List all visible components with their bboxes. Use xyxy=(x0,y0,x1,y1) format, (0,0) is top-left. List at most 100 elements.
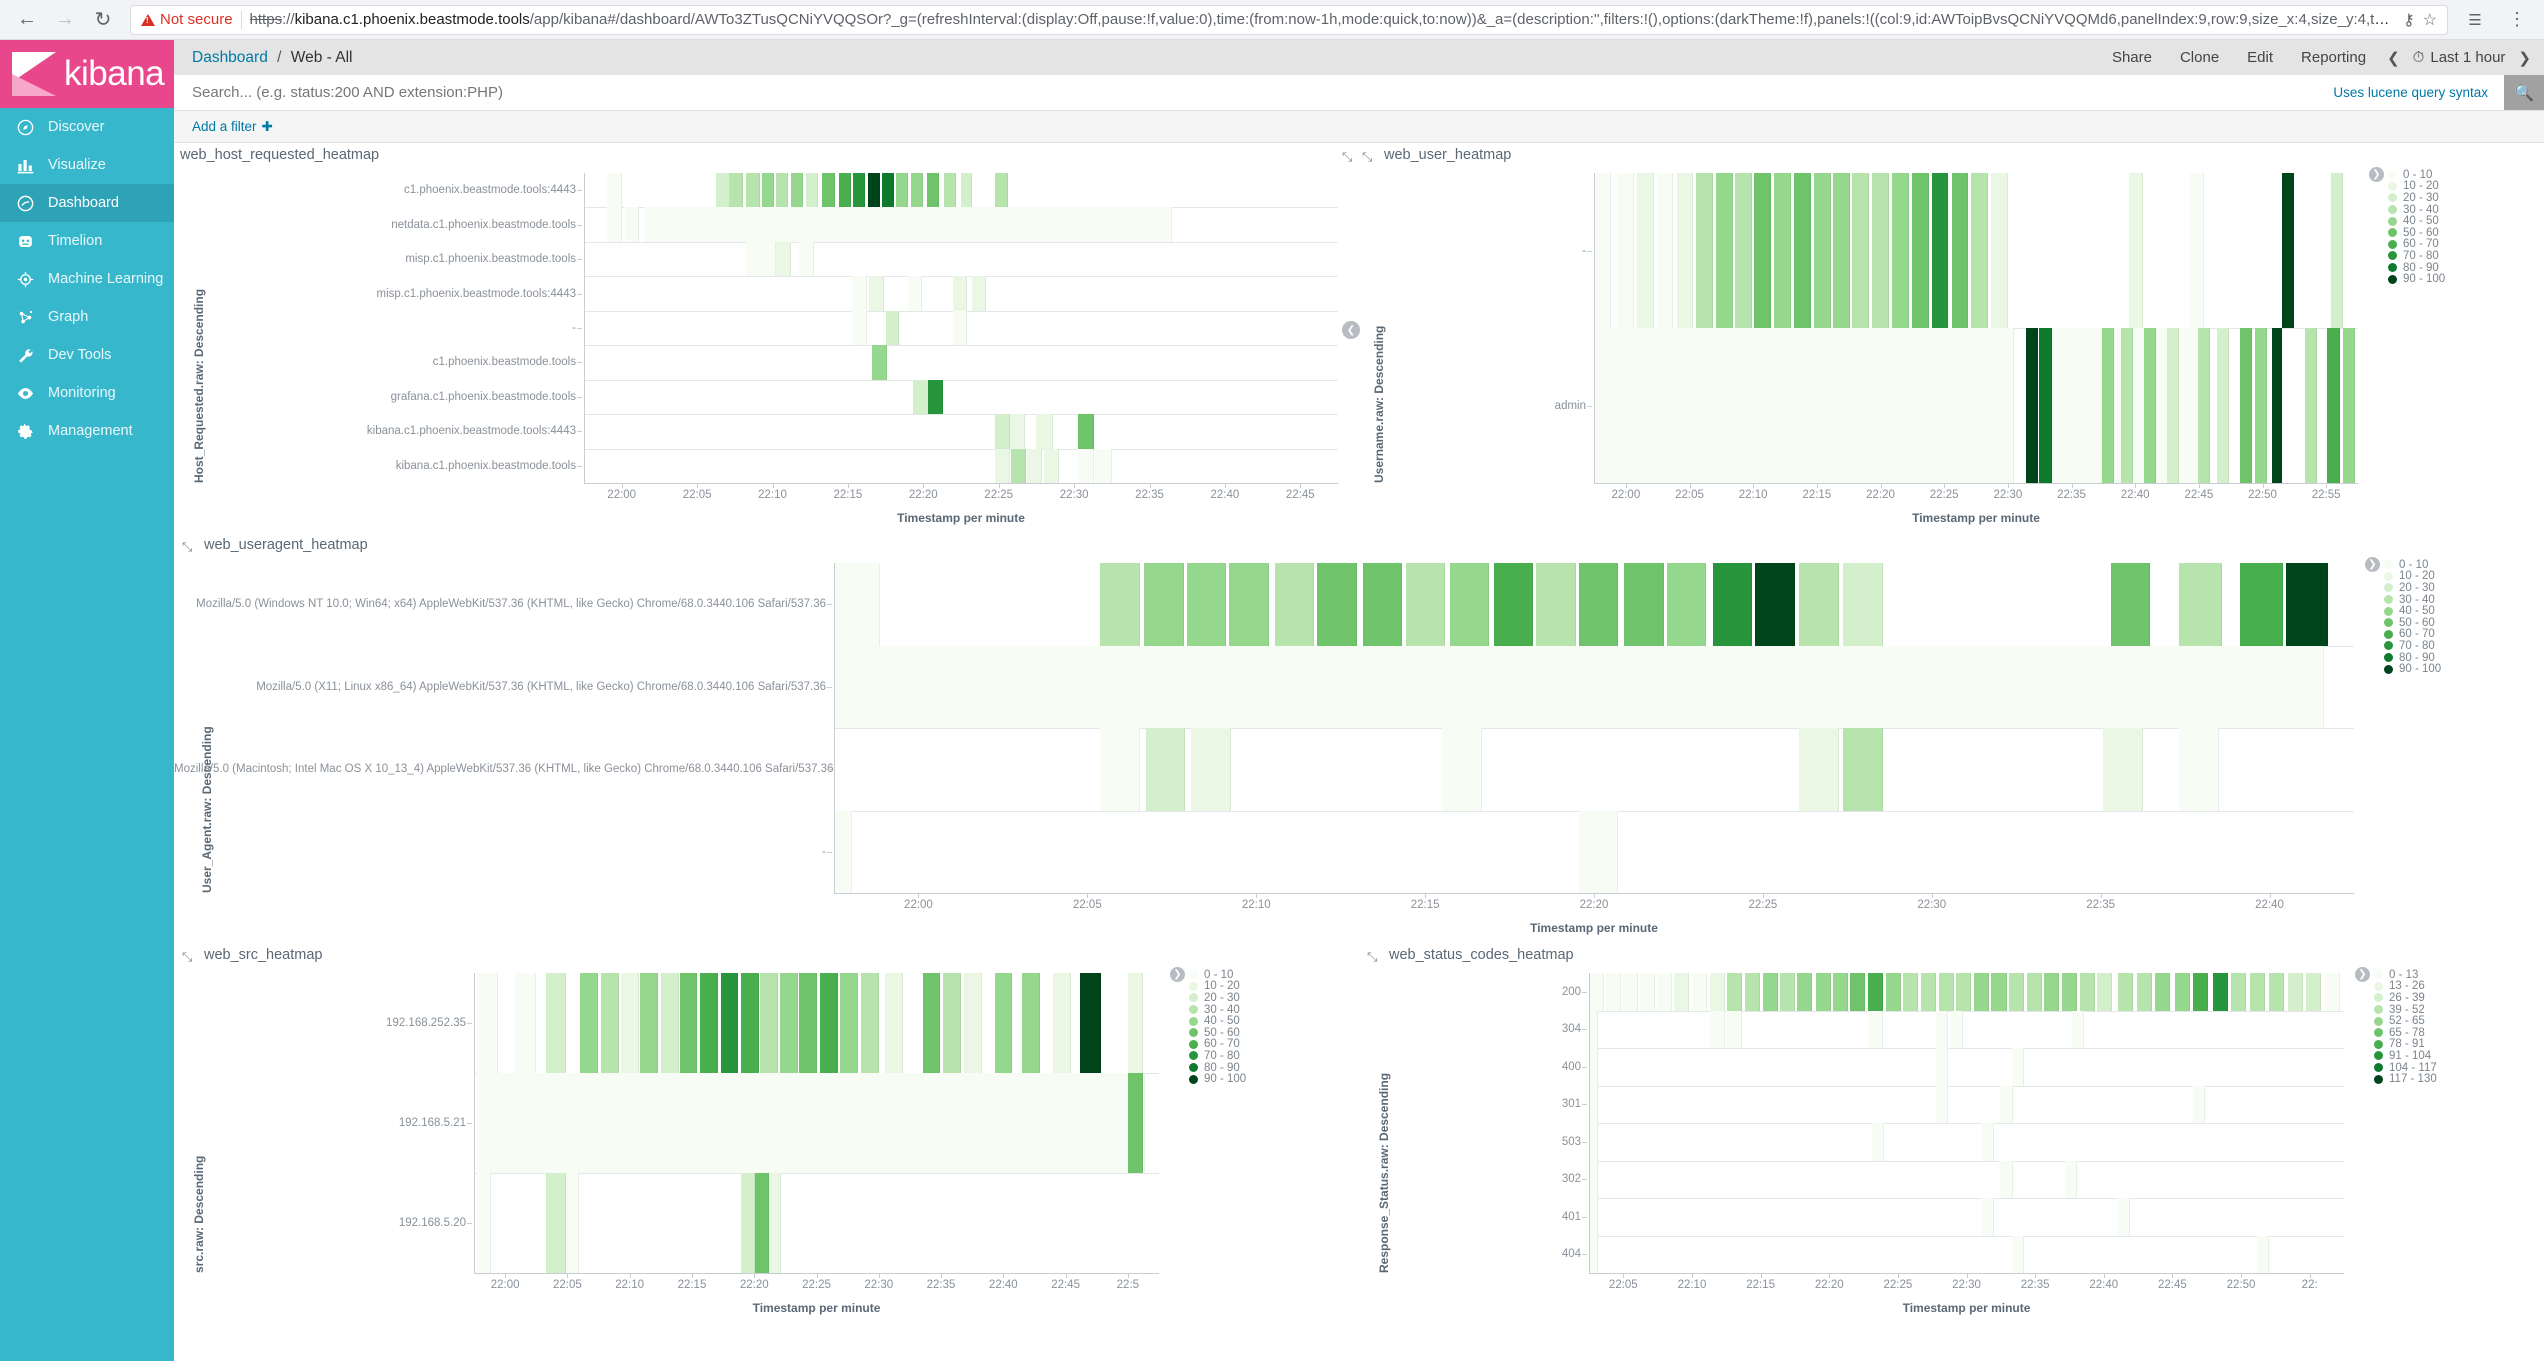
heatmap-cell[interactable] xyxy=(1624,563,1664,646)
heatmap-cell[interactable] xyxy=(1971,173,1989,328)
time-picker[interactable]: ⏱ Last 1 hour xyxy=(2407,49,2512,66)
heatmap-cell[interactable] xyxy=(2230,973,2246,1011)
heatmap-cell[interactable] xyxy=(2011,1235,2024,1273)
heatmap-cell[interactable] xyxy=(2193,973,2209,1011)
heatmap-cell[interactable] xyxy=(1951,1010,1964,1048)
heatmap-cell[interactable] xyxy=(1991,173,2009,328)
legend-collapse-icon[interactable]: ❯ xyxy=(1170,967,1185,982)
legend-item[interactable]: 90 - 100 xyxy=(1189,1073,1246,1085)
legend-item[interactable]: 60 - 70 xyxy=(1189,1038,1246,1050)
heatmap-cell[interactable] xyxy=(799,973,818,1073)
heatmap-cell[interactable] xyxy=(2306,973,2322,1011)
heatmap-cell[interactable] xyxy=(2167,328,2180,483)
heatmap-cell[interactable] xyxy=(1843,563,1883,646)
heatmap-cell[interactable] xyxy=(1780,973,1796,1011)
heatmap-cell[interactable] xyxy=(720,973,739,1073)
heatmap-cell[interactable] xyxy=(2000,1160,2013,1198)
heatmap-cell[interactable] xyxy=(806,173,819,208)
heatmap-cell[interactable] xyxy=(1578,810,1619,893)
heatmap-cell[interactable] xyxy=(1931,173,1949,328)
heatmap-cell[interactable] xyxy=(768,1173,781,1273)
forward-arrow-icon[interactable]: → xyxy=(46,1,84,39)
heatmap-cell[interactable] xyxy=(2189,173,2204,328)
heatmap-cell[interactable] xyxy=(972,276,986,311)
expand-panel-icon[interactable]: ⤡ xyxy=(1362,149,1372,165)
heatmap-cell[interactable] xyxy=(2174,973,2190,1011)
heatmap-cell[interactable] xyxy=(1712,563,1753,646)
heatmap-cell[interactable] xyxy=(1709,973,1725,1011)
add-filter-button[interactable]: Add a filter ✚ xyxy=(192,119,273,135)
heatmap-cell[interactable] xyxy=(2103,728,2143,811)
back-arrow-icon[interactable]: ← xyxy=(8,1,46,39)
sidebar-item-dashboard[interactable]: Dashboard xyxy=(0,184,174,222)
heatmap-cell[interactable] xyxy=(640,973,659,1073)
heatmap-cell[interactable] xyxy=(840,973,859,1073)
heatmap-cell[interactable] xyxy=(838,173,851,208)
heatmap-plot[interactable] xyxy=(1594,173,2358,483)
heatmap-cell[interactable] xyxy=(1814,173,1831,328)
heatmap-cell[interactable] xyxy=(1936,1010,1949,1048)
heatmap-cell[interactable] xyxy=(2179,728,2219,811)
heatmap-cell[interactable] xyxy=(2025,328,2038,483)
heatmap-cell[interactable] xyxy=(2285,563,2329,646)
breadcrumb-dashboard[interactable]: Dashboard xyxy=(192,49,268,66)
heatmap-cell[interactable] xyxy=(1868,1010,1884,1048)
legend-item[interactable]: 50 - 60 xyxy=(1189,1027,1246,1039)
heatmap-cell[interactable] xyxy=(754,1173,769,1273)
sidebar-item-dev-tools[interactable]: Dev Tools xyxy=(0,336,174,374)
heatmap-cell[interactable] xyxy=(2179,563,2222,646)
heatmap-cell[interactable] xyxy=(834,810,853,893)
sidebar-item-discover[interactable]: Discover xyxy=(0,108,174,146)
heatmap-cell[interactable] xyxy=(1727,1010,1743,1048)
heatmap-cell[interactable] xyxy=(1691,973,1707,1011)
heatmap-cell[interactable] xyxy=(477,1073,1146,1173)
heatmap-cell[interactable] xyxy=(1043,448,1060,483)
heatmap-cell[interactable] xyxy=(1036,414,1053,449)
heatmap-cell[interactable] xyxy=(1696,173,1714,328)
heatmap-cell[interactable] xyxy=(644,207,1173,242)
heatmap-cell[interactable] xyxy=(1442,728,1482,811)
clone-button[interactable]: Clone xyxy=(2166,49,2233,66)
heatmap-cell[interactable] xyxy=(2137,973,2153,1011)
heatmap-plot[interactable] xyxy=(584,173,1338,483)
heatmap-cell[interactable] xyxy=(621,973,640,1073)
heatmap-cell[interactable] xyxy=(2281,173,2294,328)
heatmap-cell[interactable] xyxy=(1799,728,1839,811)
heatmap-cell[interactable] xyxy=(1589,1160,1599,1198)
heatmap-cell[interactable] xyxy=(867,173,880,208)
sidebar-item-graph[interactable]: Graph xyxy=(0,298,174,336)
heatmap-cell[interactable] xyxy=(1077,448,1095,483)
heatmap-cell[interactable] xyxy=(741,973,759,1073)
expand-panel-icon[interactable]: ⤡ xyxy=(1367,949,1377,965)
sidebar-item-visualize[interactable]: Visualize xyxy=(0,146,174,184)
heatmap-cell[interactable] xyxy=(1921,973,1937,1011)
legend-item[interactable]: 91 - 104 xyxy=(2374,1050,2437,1062)
heatmap-cell[interactable] xyxy=(2254,328,2268,483)
heatmap-cell[interactable] xyxy=(2257,1235,2270,1273)
heatmap-cell[interactable] xyxy=(953,310,968,346)
legend-item[interactable]: 40 - 50 xyxy=(2388,215,2445,227)
heatmap-cell[interactable] xyxy=(1676,173,1694,328)
legend-item[interactable]: 90 - 100 xyxy=(2384,663,2441,675)
heatmap-cell[interactable] xyxy=(1974,973,1990,1011)
heatmap-cell[interactable] xyxy=(1589,1123,1599,1161)
heatmap-cell[interactable] xyxy=(2026,973,2042,1011)
heatmap-cell[interactable] xyxy=(1709,1010,1725,1048)
heatmap-cell[interactable] xyxy=(1727,973,1743,1011)
legend-item[interactable]: 0 - 10 xyxy=(1189,969,1246,981)
heatmap-cell[interactable] xyxy=(1589,1010,1599,1048)
heatmap-plot[interactable] xyxy=(1589,973,2344,1273)
heatmap-cell[interactable] xyxy=(896,173,909,208)
heatmap-cell[interactable] xyxy=(2102,328,2115,483)
expand-panel-icon[interactable]: ⤡ xyxy=(182,539,192,555)
heatmap-cell[interactable] xyxy=(1095,448,1112,483)
heatmap-cell[interactable] xyxy=(791,173,804,208)
edit-button[interactable]: Edit xyxy=(2233,49,2287,66)
heatmap-cell[interactable] xyxy=(2268,973,2284,1011)
heatmap-cell[interactable] xyxy=(927,379,943,415)
search-icon[interactable]: 🔍 xyxy=(2504,75,2544,110)
heatmap-cell[interactable] xyxy=(715,173,730,208)
heatmap-cell[interactable] xyxy=(1640,973,1656,1011)
heatmap-cell[interactable] xyxy=(515,973,536,1073)
heatmap-cell[interactable] xyxy=(477,973,498,1073)
